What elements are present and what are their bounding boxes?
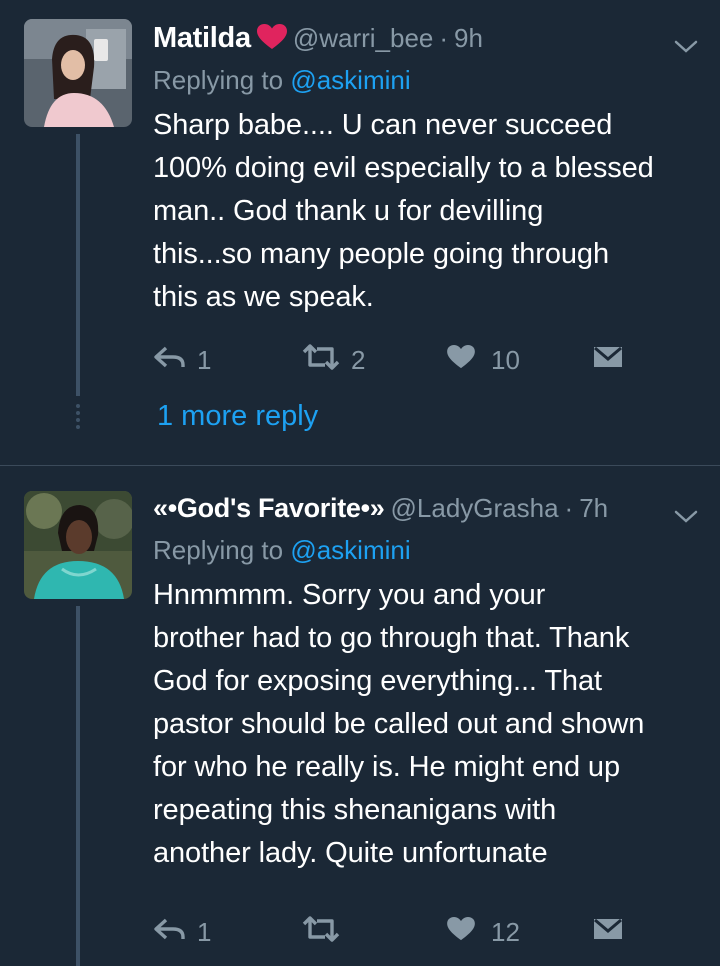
chevron-down-icon[interactable] [674, 30, 698, 70]
reply-icon [153, 917, 187, 948]
tweet-matilda[interactable]: Matilda @warri_bee · 9h Replying to @askimi… [0, 0, 720, 465]
retweet-button[interactable]: 2 [301, 340, 365, 380]
retweet-icon [301, 343, 341, 377]
tweet-text: Sharp babe.... U can never succeed 100% … [153, 109, 654, 313]
like-button[interactable]: 12 [447, 912, 520, 952]
thread-line [76, 134, 80, 396]
tweet-header: «•God's Favorite•» @LadyGrasha · 7h [153, 488, 698, 528]
tweet-actions: 1 2 10 [153, 340, 633, 380]
reply-count: 1 [197, 344, 212, 375]
reply-count: 1 [197, 916, 212, 947]
chevron-down-icon[interactable] [674, 500, 698, 540]
like-button[interactable]: 10 [447, 340, 520, 380]
display-name[interactable]: Matilda [153, 22, 251, 54]
avatar[interactable] [24, 19, 132, 127]
retweet-icon [301, 915, 341, 949]
handle[interactable]: @warri_bee [293, 23, 434, 53]
timestamp[interactable]: 7h [579, 493, 608, 523]
replying-label: Replying to [153, 535, 284, 565]
timestamp[interactable]: 9h [454, 23, 483, 53]
reply-button[interactable]: 1 [153, 340, 211, 380]
replying-to: Replying to @askimini [153, 62, 698, 98]
like-count: 10 [491, 344, 520, 375]
dot-separator: · [564, 493, 574, 523]
dot-separator: · [439, 23, 449, 53]
reply-button[interactable]: 1 [153, 912, 211, 952]
direct-message-icon [593, 345, 623, 376]
thread-line [76, 606, 80, 966]
display-name[interactable]: «•God's Favorite•» [153, 493, 385, 523]
like-count: 12 [491, 916, 520, 947]
like-icon [447, 916, 475, 948]
tweet-actions: 1 12 [153, 912, 633, 952]
reply-icon [153, 345, 187, 376]
retweet-button[interactable] [301, 912, 351, 952]
direct-message-button[interactable] [593, 340, 623, 380]
direct-message-icon [593, 917, 623, 948]
tweet-gods-favorite[interactable]: «•God's Favorite•» @LadyGrasha · 7h Replyin… [0, 465, 720, 966]
heart-icon [256, 24, 287, 66]
replying-mention[interactable]: @askimini [290, 535, 410, 565]
thread-dots [74, 404, 82, 432]
direct-message-button[interactable] [593, 912, 623, 952]
tweet-text: Hnmmmm. Sorry you and your brother had t… [153, 579, 645, 869]
replying-to: Replying to @askimini [153, 532, 698, 568]
handle[interactable]: @LadyGrasha [391, 493, 559, 523]
more-replies-link[interactable]: 1 more reply [157, 400, 318, 433]
replying-mention[interactable]: @askimini [290, 65, 410, 95]
avatar[interactable] [24, 491, 132, 599]
replying-label: Replying to [153, 65, 284, 95]
retweet-count: 2 [351, 344, 366, 375]
tweet-header: Matilda @warri_bee · 9h [153, 18, 698, 58]
like-icon [447, 344, 475, 376]
